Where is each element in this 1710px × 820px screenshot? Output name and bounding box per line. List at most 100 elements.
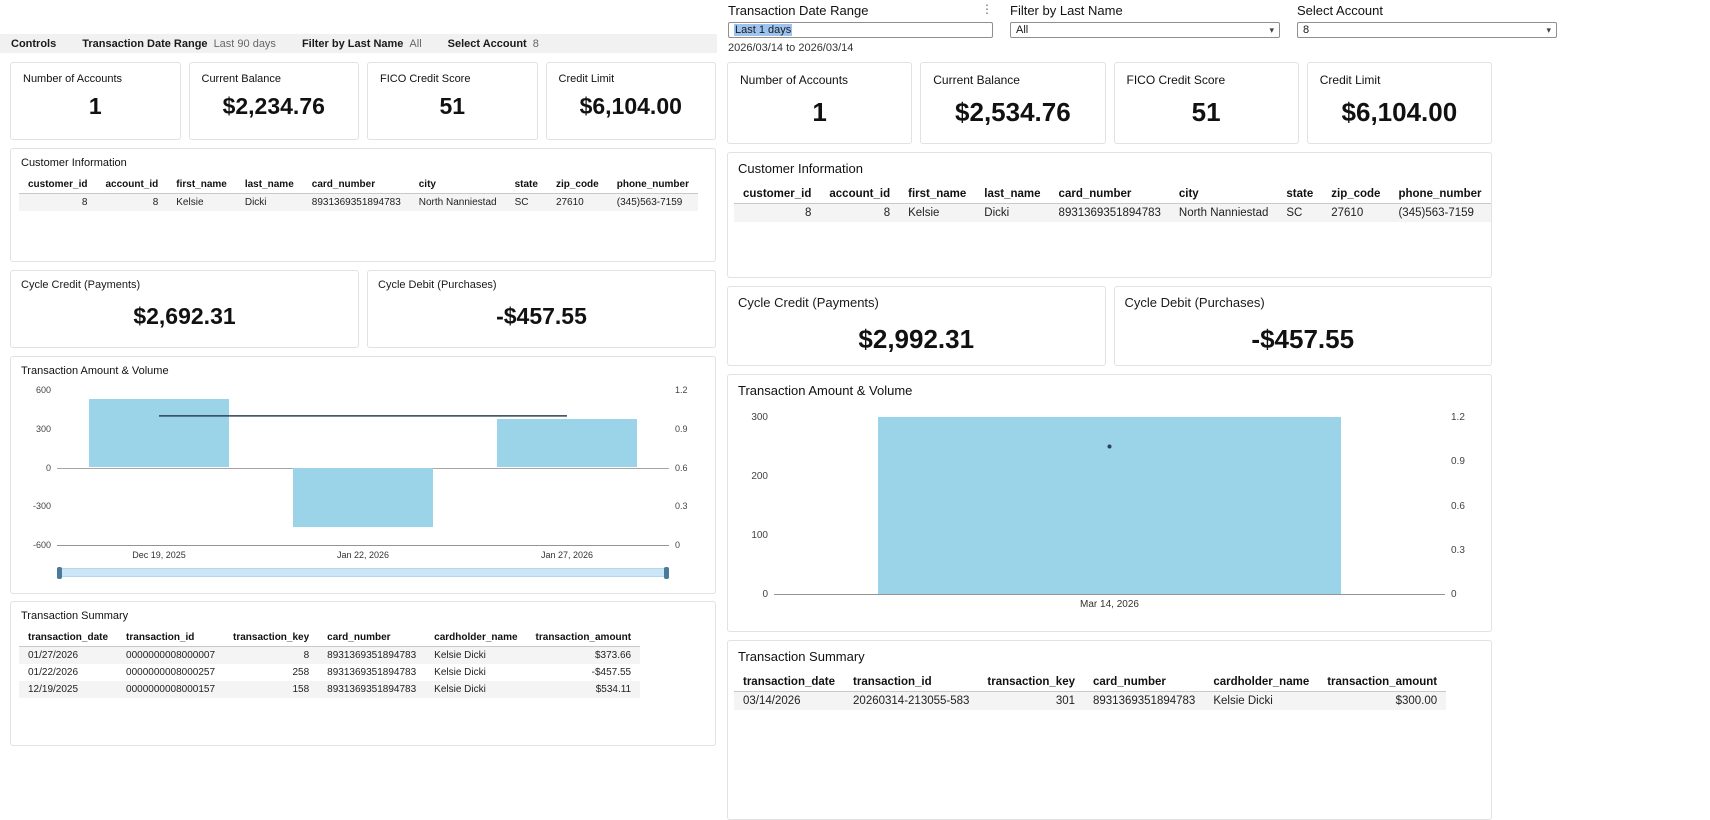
- column-header-city[interactable]: city: [409, 176, 506, 194]
- y-axis-tick: 0: [1451, 589, 1457, 600]
- column-header-transaction_id[interactable]: transaction_id: [844, 673, 979, 692]
- column-header-last_name[interactable]: last_name: [975, 185, 1050, 204]
- control-chip-last-name[interactable]: Filter by Last Name All: [302, 38, 422, 50]
- panel-title: Transaction Summary: [21, 610, 129, 622]
- column-header-city[interactable]: city: [1169, 185, 1278, 204]
- y-axis-tick: 0: [45, 462, 51, 473]
- column-header-account_id[interactable]: account_id: [96, 176, 168, 194]
- customer-information-table: customer_id account_id first_name last_name…: [734, 185, 1491, 222]
- column-header-card_number[interactable]: card_number: [302, 176, 410, 194]
- column-header-last_name[interactable]: last_name: [235, 176, 303, 194]
- column-header-transaction_date[interactable]: transaction_date: [734, 673, 845, 692]
- range-slider-right-handle[interactable]: [664, 567, 669, 579]
- kpi-row: Number of Accounts 1 Current Balance $2,…: [727, 62, 1492, 144]
- column-header-card_number[interactable]: card_number: [1084, 673, 1205, 692]
- chart-plot-area: [774, 417, 1445, 595]
- y-axis-tick: 0.6: [675, 462, 688, 473]
- column-header-zip_code[interactable]: zip_code: [546, 176, 608, 194]
- table-row[interactable]: 03/14/2026 20260314-213055-583 301 89313693…: [734, 691, 1447, 710]
- table-row[interactable]: 01/27/2026 0000000008000007 8 8931369351894…: [19, 646, 641, 664]
- range-slider-track[interactable]: [57, 567, 669, 579]
- range-slider-left-handle[interactable]: [57, 567, 62, 579]
- right-y-axis: 1.2 0.9 0.6 0.3 0: [1445, 412, 1481, 600]
- column-header-transaction_amount[interactable]: transaction_amount: [526, 629, 641, 647]
- date-range-text: 2026/03/14 to 2026/03/14: [728, 42, 854, 54]
- chevron-down-icon: ▾: [1546, 24, 1551, 35]
- column-header-transaction_id[interactable]: transaction_id: [117, 629, 225, 647]
- y-axis-tick: 600: [35, 385, 51, 395]
- customer-information-panel: Customer Information customer_id account_…: [727, 152, 1492, 278]
- column-header-phone_number[interactable]: phone_number: [607, 176, 698, 194]
- customer-information-table: customer_id account_id first_name last_name…: [19, 176, 698, 211]
- table-row[interactable]: 8 8 Kelsie Dicki 8931369351894783 North Nanni…: [19, 193, 698, 211]
- y-axis-tick: 0.3: [1451, 544, 1465, 556]
- kpi-fico-credit-score: FICO Credit Score 51: [1113, 62, 1299, 144]
- account-select-dropdown[interactable]: 8 ▾: [1297, 22, 1557, 38]
- column-header-card_number[interactable]: card_number: [1049, 185, 1170, 204]
- control-chip-date-range[interactable]: Transaction Date Range Last 90 days: [82, 38, 276, 50]
- column-header-first_name[interactable]: first_name: [899, 185, 976, 204]
- column-header-zip_code[interactable]: zip_code: [1322, 185, 1390, 204]
- volume-line-layer: [1107, 444, 1112, 449]
- controls-bar: Controls Transaction Date Range Last 90 …: [0, 34, 717, 53]
- column-header-phone_number[interactable]: phone_number: [1389, 185, 1491, 204]
- column-header-cardholder_name[interactable]: cardholder_name: [425, 629, 527, 647]
- account-select-value: 8: [1303, 24, 1310, 36]
- column-header-customer_id[interactable]: customer_id: [19, 176, 97, 194]
- column-header-cardholder_name[interactable]: cardholder_name: [1204, 673, 1319, 692]
- column-header-transaction_key[interactable]: transaction_key: [224, 629, 319, 647]
- y-axis-tick: -300: [32, 501, 51, 512]
- y-axis-tick: 0.9: [675, 423, 688, 434]
- column-header-account_id[interactable]: account_id: [820, 185, 900, 204]
- left-y-axis: 600 300 0 -300 -600: [21, 385, 57, 550]
- last-name-filter-value: All: [1016, 24, 1029, 36]
- date-range-label: Transaction Date Range: [728, 3, 869, 18]
- chart-range-slider[interactable]: [57, 567, 669, 579]
- column-header-first_name[interactable]: first_name: [167, 176, 236, 194]
- kebab-menu-icon[interactable]: ⋮: [981, 3, 993, 15]
- y-axis-tick: 0.6: [1451, 500, 1465, 512]
- table-row[interactable]: 8 8 Kelsie Dicki 8931369351894783 North Nanni…: [734, 203, 1491, 222]
- last-name-filter-label: Filter by Last Name: [1010, 3, 1123, 18]
- combo-chart: 300 200 100 0 1.2 0.9 0.6 0.3 0 Mar 14, 2026: [728, 412, 1491, 612]
- column-header-customer_id[interactable]: customer_id: [734, 185, 821, 204]
- panel-title: Transaction Summary: [738, 649, 865, 664]
- column-header-state[interactable]: state: [1277, 185, 1323, 204]
- y-axis-tick: 300: [35, 423, 51, 434]
- x-axis-label: Jan 27, 2026: [540, 550, 594, 560]
- combo-chart: 600 300 0 -300 -600 1.2 0.9 0.6 0.3 0 Dec 19, 20…: [11, 385, 715, 579]
- customer-information-panel: Customer Information customer_id account_…: [10, 148, 716, 262]
- control-chip-account[interactable]: Select Account 8: [448, 38, 539, 50]
- account-select-label: Select Account: [1297, 3, 1383, 18]
- column-header-state[interactable]: state: [505, 176, 547, 194]
- right-y-axis: 1.2 0.9 0.6 0.3 0: [669, 385, 705, 550]
- column-header-card_number[interactable]: card_number: [318, 629, 426, 647]
- cycle-debit-panel: Cycle Debit (Purchases) -$457.55: [1113, 286, 1492, 366]
- column-header-transaction_date[interactable]: transaction_date: [19, 629, 118, 647]
- date-range-input-value: Last 1 days: [734, 24, 793, 36]
- cycle-row: Cycle Credit (Payments) $2,692.31 Cycle …: [10, 270, 716, 348]
- cycle-row: Cycle Credit (Payments) $2,992.31 Cycle …: [727, 286, 1492, 366]
- last-name-filter-dropdown[interactable]: All ▾: [1010, 22, 1280, 38]
- y-axis-tick: 200: [751, 471, 768, 482]
- y-axis-tick: 1.2: [675, 385, 688, 395]
- kpi-row: Number of Accounts 1 Current Balance $2,…: [10, 62, 716, 140]
- left-dashboard: Controls Transaction Date Range Last 90 …: [0, 0, 717, 808]
- y-axis-tick: 1.2: [1451, 412, 1465, 423]
- column-header-transaction_key[interactable]: transaction_key: [978, 673, 1084, 692]
- transaction-summary-table: transaction_date transaction_id transactio…: [734, 673, 1447, 710]
- y-axis-tick: -600: [32, 540, 51, 550]
- column-header-transaction_amount[interactable]: transaction_amount: [1318, 673, 1447, 692]
- x-axis-labels: Mar 14, 2026: [774, 599, 1445, 612]
- controls-bar-title: Controls: [11, 37, 57, 50]
- chart-title: Transaction Amount & Volume: [738, 383, 913, 398]
- kpi-credit-limit: Credit Limit $6,104.00: [1306, 62, 1492, 144]
- table-row[interactable]: 01/22/2026 0000000008000257 258 89313693518…: [19, 664, 640, 681]
- transaction-amount-volume-panel: Transaction Amount & Volume 600 300 0 -300 -…: [10, 356, 716, 594]
- x-axis-label: Jan 22, 2026: [336, 550, 390, 560]
- table-row[interactable]: 12/19/2025 0000000008000157 158 89313693518…: [19, 681, 641, 698]
- date-range-input[interactable]: Last 1 days: [728, 22, 993, 38]
- chart-title: Transaction Amount & Volume: [21, 365, 169, 377]
- kpi-current-balance: Current Balance $2,234.76: [188, 62, 359, 140]
- cycle-credit-panel: Cycle Credit (Payments) $2,692.31: [10, 270, 359, 348]
